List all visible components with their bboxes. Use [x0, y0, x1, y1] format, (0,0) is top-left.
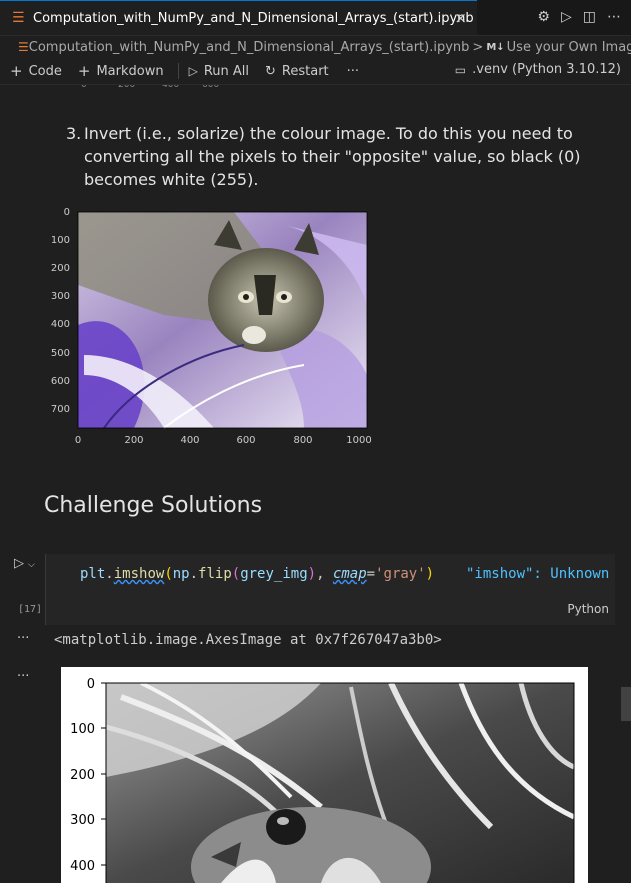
- y-tick: 100: [51, 235, 70, 246]
- jupyter-icon: ☰: [18, 40, 29, 54]
- y-tick: 400: [51, 319, 70, 330]
- kernel-picker[interactable]: ▭ .venv (Python 3.10.12): [455, 62, 621, 77]
- code-token: flip: [198, 566, 232, 582]
- chevron-down-icon[interactable]: ⌵: [28, 560, 35, 570]
- y-tick: 600: [51, 376, 70, 387]
- code-token: ,: [316, 566, 333, 582]
- breadcrumb-separator: >: [472, 39, 484, 55]
- notebook-content: 0 200 400 600 3. Invert (i.e., solarize)…: [0, 85, 631, 883]
- y-tick: 300: [51, 291, 70, 302]
- axis-tick: 200: [118, 85, 136, 90]
- grey-image-figure: 0 100 200 300 400: [70, 677, 576, 883]
- plus-icon: +: [10, 62, 23, 80]
- code-token: .: [189, 566, 199, 582]
- x-tick: 0: [75, 435, 81, 446]
- breadcrumb: ☰ Computation_with_NumPy_and_N_Dimension…: [0, 36, 631, 58]
- add-markdown-button[interactable]: + Markdown: [78, 62, 164, 80]
- code-token: imshow: [113, 566, 165, 582]
- inline-hint: "imshow": Unknown: [466, 566, 610, 582]
- x-tick: 400: [180, 435, 199, 446]
- output-menu-icon[interactable]: ···: [17, 631, 29, 646]
- code-token: ): [425, 566, 435, 582]
- code-token: 'gray': [375, 566, 426, 582]
- more-actions-icon[interactable]: ⋯: [607, 9, 621, 25]
- code-token: np: [172, 566, 190, 582]
- y-tick: 200: [51, 263, 70, 274]
- section-heading: Challenge Solutions: [44, 493, 263, 518]
- run-all-icon: ▷: [188, 64, 198, 78]
- cell-run-control[interactable]: ▷ ⌵: [14, 556, 35, 571]
- notebook-toolbar: + Code + Markdown ▷ Run All ↻ Restart ··…: [0, 58, 631, 85]
- code-token: (: [164, 566, 173, 582]
- y-tick: 0: [87, 677, 95, 692]
- list-number: 3.: [66, 124, 82, 143]
- code-token: (: [231, 566, 241, 582]
- code-token: =: [366, 566, 376, 582]
- y-tick: 500: [51, 348, 70, 359]
- code-token: cmap: [332, 566, 367, 582]
- breadcrumb-section[interactable]: Use your Own Image!: [507, 40, 631, 55]
- execution-count: [17]: [18, 604, 43, 615]
- plus-icon: +: [77, 62, 91, 80]
- grey-image: [105, 681, 576, 883]
- grey-image-output: 0 100 200 300 400: [61, 667, 588, 883]
- split-editor-icon[interactable]: ◫: [583, 9, 596, 25]
- output-scrollbar[interactable]: [621, 687, 631, 721]
- axis-tick: 600: [202, 85, 220, 90]
- close-icon[interactable]: ×: [454, 9, 467, 27]
- restart-label: Restart: [281, 63, 329, 79]
- run-cell-icon[interactable]: ▷: [14, 556, 24, 571]
- markdown-icon: M↓: [486, 41, 505, 53]
- more-toolbar-button[interactable]: ···: [347, 64, 359, 79]
- gear-icon[interactable]: ⚙: [537, 9, 550, 25]
- x-tick: 200: [124, 435, 143, 446]
- code-cell-editor[interactable]: plt.imshow(np.flip(grey_img), cmap='gray…: [45, 554, 615, 625]
- tab-title: Computation_with_NumPy_and_N_Dimensional…: [33, 10, 474, 26]
- y-tick: 300: [70, 813, 95, 828]
- inverted-image: [78, 212, 367, 429]
- y-tick: 100: [70, 722, 95, 737]
- code-token: .: [105, 566, 114, 582]
- y-tick: 0: [64, 207, 70, 218]
- y-tick: 200: [70, 768, 95, 783]
- kernel-label: .venv (Python 3.10.12): [472, 62, 621, 77]
- code-token: grey_img: [240, 566, 308, 582]
- axis-tick: 400: [162, 85, 180, 90]
- run-all-label: Run All: [203, 63, 249, 79]
- breadcrumb-file[interactable]: Computation_with_NumPy_and_N_Dimensional…: [29, 40, 470, 55]
- run-all-button[interactable]: ▷ Run All: [189, 64, 249, 79]
- add-code-button[interactable]: + Code: [10, 62, 62, 80]
- axis-tick: 0: [81, 85, 87, 90]
- inverted-image-plot: 0 100 200 300 400 500 600 700 0 200 400 …: [44, 205, 384, 459]
- x-tick: 600: [236, 435, 255, 446]
- list-text: Invert (i.e., solarize) the colour image…: [84, 124, 581, 189]
- run-icon[interactable]: ▷: [561, 9, 572, 25]
- y-tick: 400: [70, 859, 95, 874]
- add-markdown-label: Markdown: [96, 63, 164, 79]
- jupyter-icon: ☰: [12, 10, 25, 26]
- x-tick: 800: [293, 435, 312, 446]
- restart-button[interactable]: ↻ Restart: [265, 64, 329, 79]
- add-code-label: Code: [28, 63, 62, 79]
- toolbar-divider: [177, 63, 179, 79]
- output-menu-icon[interactable]: ···: [17, 669, 29, 684]
- cell-language[interactable]: Python: [567, 602, 609, 616]
- output-text: <matplotlib.image.AxesImage at 0x7f26704…: [54, 632, 442, 648]
- code-line[interactable]: plt.imshow(np.flip(grey_img), cmap='gray…: [80, 566, 434, 582]
- editor-actions: ⚙ ▷ ◫ ⋯: [537, 9, 621, 25]
- code-token: plt: [80, 566, 106, 582]
- x-tick: 1000: [346, 435, 371, 446]
- inverted-image-figure: 0 100 200 300 400 500 600 700 0 200 400 …: [51, 207, 372, 446]
- restart-icon: ↻: [265, 63, 276, 79]
- y-tick: 700: [51, 404, 70, 415]
- notebook-tab[interactable]: ☰ Computation_with_NumPy_and_N_Dimension…: [0, 0, 477, 35]
- code-token: ): [307, 566, 317, 582]
- editor-tab-bar: ☰ Computation_with_NumPy_and_N_Dimension…: [0, 0, 631, 36]
- kernel-icon: ▭: [454, 62, 467, 77]
